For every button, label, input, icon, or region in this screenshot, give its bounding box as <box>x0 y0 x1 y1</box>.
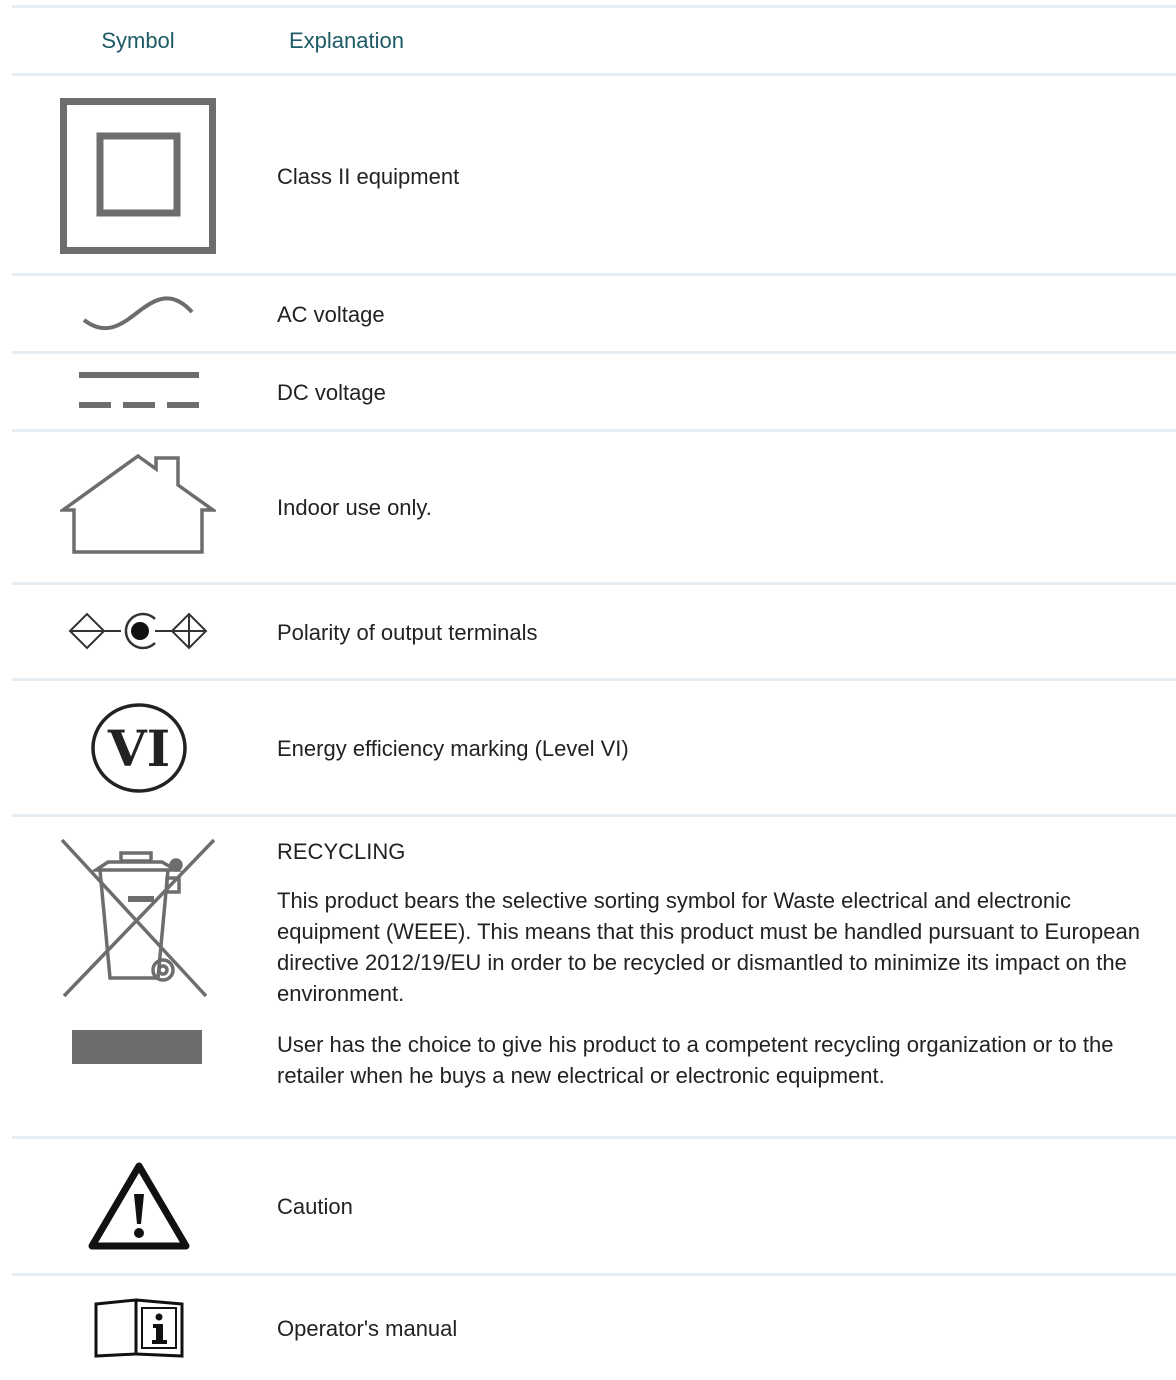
ac-voltage-icon <box>82 296 194 331</box>
recycling-title: RECYCLING <box>277 839 406 864</box>
svg-text:VI: VI <box>107 719 170 778</box>
row-explanation: Energy efficiency marking (Level VI) <box>277 735 629 761</box>
row-explanation: Operator's manual <box>277 1315 458 1341</box>
recycling-paragraph: User has the choice to give his product … <box>277 1032 1114 1088</box>
row-explanation: Polarity of output terminals <box>277 619 538 645</box>
header-symbol: Symbol <box>101 28 175 53</box>
row-explanation: AC voltage <box>277 301 385 327</box>
row-explanation: Caution <box>277 1194 353 1219</box>
header-explanation: Explanation <box>289 28 404 53</box>
recycling-explanation: RECYCLING This product bears the selecti… <box>277 836 1176 1136</box>
row-explanation: Class II equipment <box>277 163 460 189</box>
row-explanation: DC voltage <box>277 379 386 405</box>
operator-manual-icon <box>94 1298 184 1358</box>
caution-icon <box>88 1162 190 1250</box>
class-ii-icon <box>60 98 216 254</box>
weee-bar-icon <box>72 1030 202 1064</box>
row-explanation: Indoor use only. <box>277 495 432 520</box>
recycling-paragraph: This product bears the selective sorting… <box>277 888 1140 1006</box>
divider <box>12 5 1176 8</box>
energy-level-vi-icon: VI <box>91 703 187 793</box>
weee-bin-icon <box>60 838 216 1035</box>
divider <box>12 73 1176 76</box>
dc-voltage-icon <box>79 372 199 408</box>
polarity-icon <box>68 612 208 650</box>
indoor-house-icon <box>60 453 216 554</box>
